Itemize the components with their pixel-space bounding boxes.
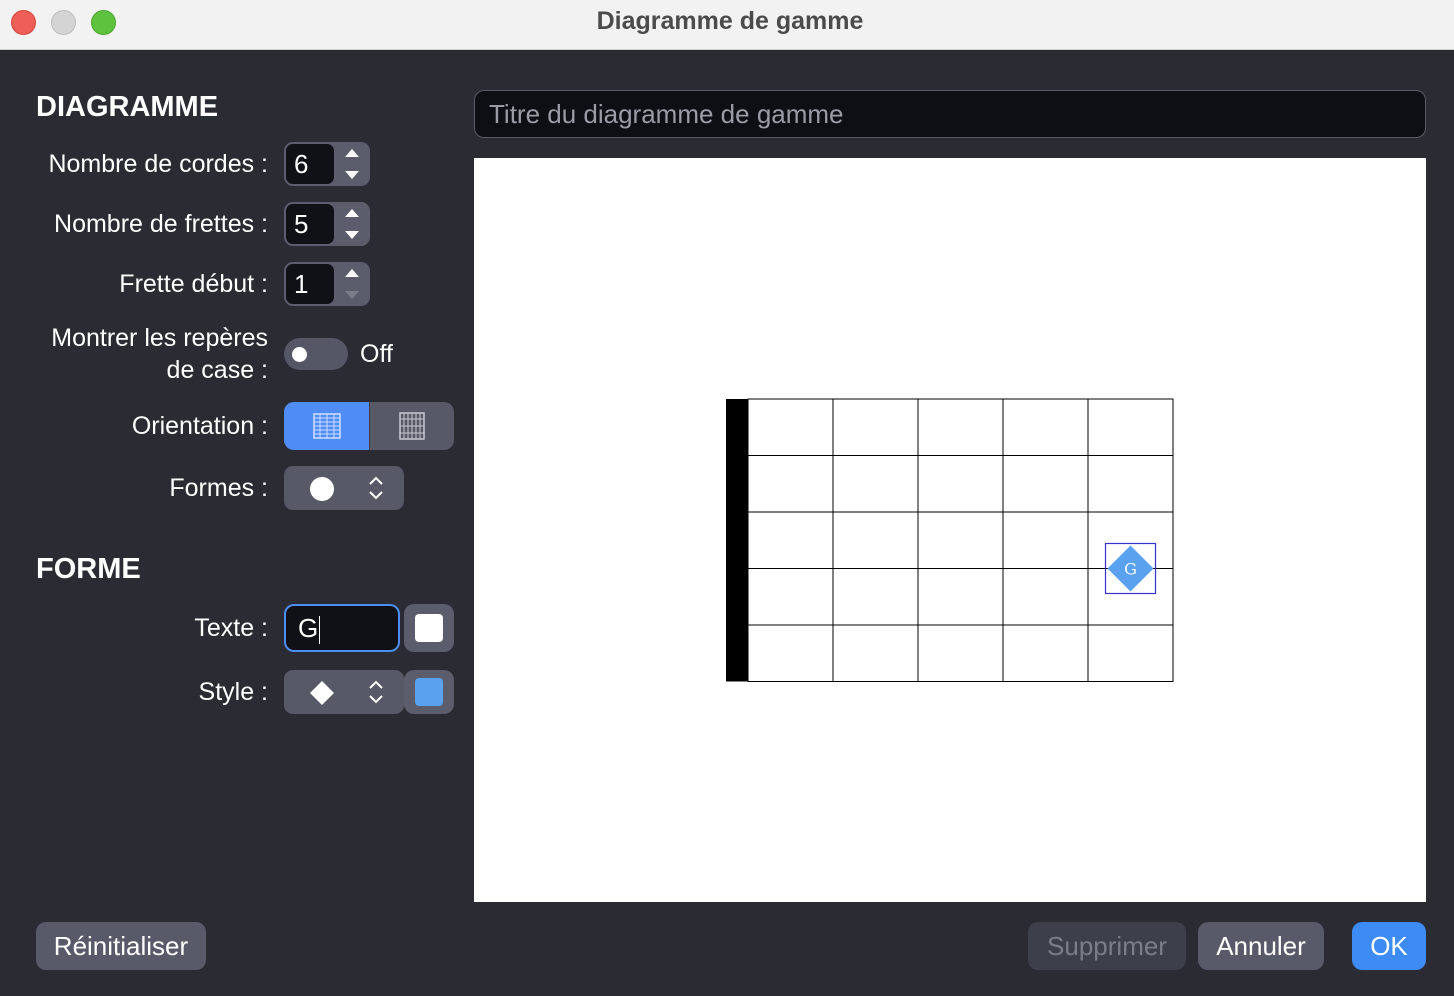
strings-decrement-button[interactable] xyxy=(334,164,370,186)
fret-markers-toggle[interactable] xyxy=(284,338,348,370)
style-popup-button[interactable] xyxy=(284,670,404,714)
diagram-section-heading: DIAGRAMME xyxy=(36,91,219,123)
chevron-up-down-icon xyxy=(369,680,383,704)
fret-markers-state: Off xyxy=(360,340,393,368)
shapes-popup-button[interactable] xyxy=(284,466,404,510)
cancel-button[interactable]: Annuler xyxy=(1198,922,1324,970)
vertical-grid-icon xyxy=(399,412,425,440)
title-bar: Diagramme de gamme xyxy=(0,0,1454,50)
strings-input[interactable]: 6 xyxy=(286,144,334,184)
shape-section-heading: FORME xyxy=(36,553,141,585)
ok-button[interactable]: OK xyxy=(1352,922,1426,970)
horizontal-grid-icon xyxy=(312,413,341,439)
arrow-up-icon xyxy=(345,269,359,277)
frets-increment-button[interactable] xyxy=(334,202,370,224)
frets-stepper: 5 xyxy=(284,202,370,246)
shape-text-value: G xyxy=(298,613,319,643)
orientation-label: Orientation : xyxy=(131,412,268,440)
shape-text-input[interactable]: G xyxy=(284,604,400,652)
style-color-well[interactable] xyxy=(404,670,454,714)
frets-input[interactable]: 5 xyxy=(286,204,334,244)
arrow-down-icon xyxy=(345,171,359,179)
fret-markers-label-line1: Montrer les repères xyxy=(51,324,268,352)
arrow-up-icon xyxy=(345,149,359,157)
diagram-title-input[interactable] xyxy=(474,90,1426,138)
strings-stepper: 6 xyxy=(284,142,370,186)
fret-markers-label-line2: de case : xyxy=(166,356,268,384)
frets-label: Nombre de frettes : xyxy=(54,210,268,238)
start-fret-decrement-button[interactable] xyxy=(334,284,370,306)
orientation-horizontal-option[interactable] xyxy=(284,402,369,450)
delete-button[interactable]: Supprimer xyxy=(1028,922,1186,970)
diagram-canvas[interactable]: G xyxy=(474,158,1426,902)
start-fret-input[interactable]: 1 xyxy=(286,264,334,304)
arrow-up-icon xyxy=(345,209,359,217)
frets-decrement-button[interactable] xyxy=(334,224,370,246)
text-label: Texte : xyxy=(194,614,268,642)
diamond-shape-icon xyxy=(310,681,334,705)
arrow-down-icon xyxy=(345,231,359,239)
arrow-down-icon xyxy=(345,291,359,299)
style-color-swatch xyxy=(415,678,443,706)
toggle-knob xyxy=(292,347,307,362)
start-fret-increment-button[interactable] xyxy=(334,262,370,284)
circle-shape-icon xyxy=(310,477,334,501)
text-color-well[interactable] xyxy=(404,604,454,652)
orientation-segmented-control xyxy=(284,402,454,450)
reset-button[interactable]: Réinitialiser xyxy=(36,922,206,970)
fretboard-diagram[interactable]: G xyxy=(474,158,1426,902)
text-color-swatch xyxy=(415,614,443,642)
start-fret-label: Frette début : xyxy=(119,270,268,298)
note-label: G xyxy=(1124,560,1137,579)
nut xyxy=(726,399,748,682)
shapes-label: Formes : xyxy=(169,474,268,502)
text-cursor xyxy=(319,616,321,645)
orientation-vertical-option[interactable] xyxy=(369,402,454,450)
fretboard-border xyxy=(747,398,1174,682)
start-fret-stepper: 1 xyxy=(284,262,370,306)
strings-increment-button[interactable] xyxy=(334,142,370,164)
style-label: Style : xyxy=(198,678,268,706)
window-title: Diagramme de gamme xyxy=(596,7,864,35)
chevron-up-down-icon xyxy=(369,476,383,500)
strings-label: Nombre de cordes : xyxy=(48,150,268,178)
